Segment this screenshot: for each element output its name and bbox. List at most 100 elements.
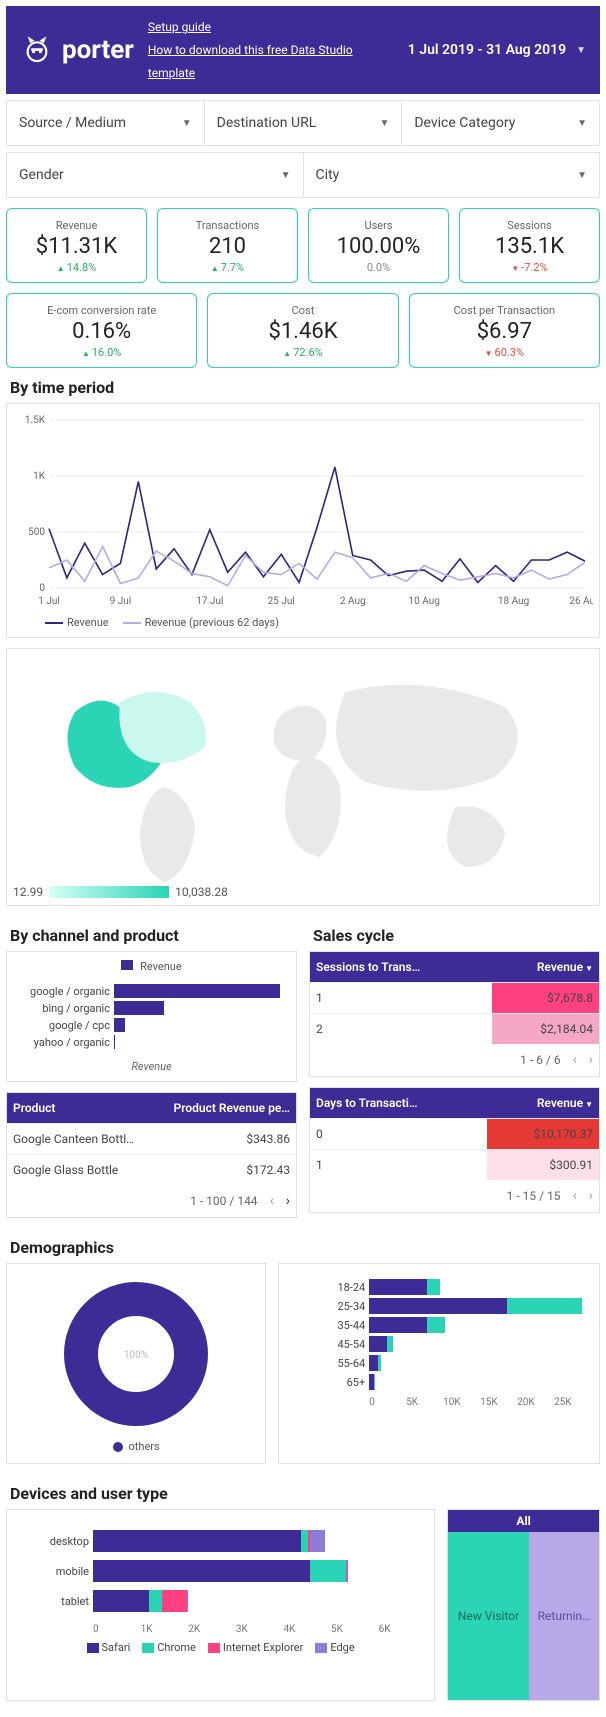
age-bar-row: 25-34 — [287, 1298, 591, 1314]
kpi-label: Cost per Transaction — [418, 304, 591, 317]
filter-label: Destination URL — [217, 115, 317, 131]
device-chart-card: desktop mobile tablet 01K2K3K4K5K6K Safa… — [6, 1509, 435, 1701]
map-legend-max: 10,038.28 — [175, 885, 228, 899]
channel-xlabel: Revenue — [15, 1060, 288, 1073]
revenue-col-header[interactable]: Product Revenue pe… — [154, 1093, 296, 1124]
svg-text:9 Jul: 9 Jul — [110, 596, 132, 607]
sort-desc-icon: ▼ — [585, 964, 593, 973]
kpi-value: $1.46K — [216, 319, 389, 344]
age-axis: 05K10K15K20K25K — [287, 1397, 591, 1408]
bar-segment — [374, 1374, 376, 1390]
bar-track — [369, 1374, 591, 1390]
age-bars[interactable]: 18-24 25-34 35-44 45-54 55-64 65+ — [287, 1272, 591, 1397]
filter-destination-url[interactable]: Destination URL▼ — [205, 101, 403, 145]
bar-segment — [369, 1298, 507, 1314]
setup-guide-link[interactable]: Setup guide — [148, 16, 394, 39]
bar-label: 35-44 — [287, 1319, 365, 1332]
table-row[interactable]: 2$2,184.04 — [310, 1014, 599, 1045]
pager-range: 1 - 6 / 6 — [520, 1053, 560, 1067]
pager-prev-icon[interactable]: ‹ — [270, 1193, 274, 1209]
product-col-header[interactable]: Product — [7, 1093, 154, 1124]
table-row[interactable]: 1$7,678.8 — [310, 983, 599, 1014]
kpi-card: Cost $1.46K 72.6% — [207, 293, 398, 368]
sessions-col-header[interactable]: Sessions to Trans… — [310, 952, 492, 983]
table-row[interactable]: Google Glass Bottle$172.43 — [7, 1155, 296, 1186]
legend-item: Internet Explorer — [208, 1641, 303, 1654]
bar-segment — [347, 1560, 348, 1582]
map-legend-min: 12.99 — [13, 885, 43, 899]
device-axis: 01K2K3K4K5K6K — [15, 1624, 426, 1635]
kpi-delta: 60.3% — [418, 346, 591, 359]
bar-track — [93, 1530, 426, 1552]
bar-label: mobile — [15, 1565, 89, 1578]
time-series-chart[interactable]: 05001K1.5K1 Jul9 Jul17 Jul25 Jul2 Aug10 … — [15, 412, 593, 612]
app-header: porter Setup guide How to download this … — [6, 6, 600, 94]
bar-label: tablet — [15, 1595, 89, 1608]
bar-segment — [310, 1530, 325, 1552]
donut-legend: others — [113, 1440, 160, 1453]
pager-range: 1 - 15 / 15 — [507, 1189, 561, 1203]
channel-chart-legend: Revenue — [140, 960, 182, 973]
filter-source-medium[interactable]: Source / Medium▼ — [7, 101, 205, 145]
chevron-down-icon: ▼ — [577, 118, 587, 129]
date-range-picker[interactable]: 1 Jul 2019 - 31 Aug 2019 ▼ — [408, 42, 586, 58]
revenue-col-header[interactable]: Revenue▼ — [492, 952, 599, 983]
bar-segment — [387, 1336, 393, 1352]
chevron-down-icon: ▼ — [281, 170, 291, 181]
kpi-label: Transactions — [166, 219, 289, 232]
table-row[interactable]: Google Canteen Bottl…$343.86 — [7, 1124, 296, 1155]
sessions-table-card: Sessions to Trans… Revenue▼ 1$7,678.8 2$… — [309, 951, 600, 1077]
world-map-card: 12.99 10,038.28 — [6, 648, 600, 906]
bar-segment — [369, 1336, 387, 1352]
time-chart-legend: Revenue Revenue (previous 62 days) — [15, 612, 591, 629]
filter-gender[interactable]: Gender▼ — [7, 153, 304, 197]
bar-track — [369, 1317, 591, 1333]
bar-track — [369, 1279, 591, 1295]
treemap-returning[interactable]: Returnin… — [529, 1532, 599, 1700]
download-template-link[interactable]: How to download this free Data Studio te… — [148, 39, 394, 85]
svg-text:17 Jul: 17 Jul — [196, 596, 223, 607]
treemap-root[interactable]: All — [448, 1510, 599, 1532]
section-title-devices: Devices and user type — [10, 1484, 596, 1503]
kpi-delta: 7.7% — [166, 261, 289, 274]
pager-next-icon[interactable]: › — [589, 1052, 593, 1068]
pager-prev-icon[interactable]: ‹ — [573, 1052, 577, 1068]
kpi-value: $6.97 — [418, 319, 591, 344]
pager-next-icon[interactable]: › — [589, 1188, 593, 1204]
svg-text:10 Aug: 10 Aug — [409, 596, 440, 607]
svg-text:2 Aug: 2 Aug — [340, 596, 366, 607]
sort-desc-icon: ▼ — [585, 1100, 593, 1109]
kpi-label: Sessions — [468, 219, 591, 232]
kpi-label: Users — [317, 219, 440, 232]
brand-logo: porter — [20, 33, 134, 67]
treemap-new-visitor[interactable]: New Visitor — [448, 1532, 529, 1700]
table-row[interactable]: 0$10,170.37 — [310, 1119, 599, 1150]
filter-city[interactable]: City▼ — [304, 153, 600, 197]
svg-text:1 Jul: 1 Jul — [38, 596, 60, 607]
legend-item: Safari — [87, 1641, 131, 1654]
kpi-value: 210 — [166, 234, 289, 259]
device-bar-row: desktop — [15, 1530, 426, 1552]
bar-label: google / cpc — [15, 1019, 110, 1032]
revenue-col-header[interactable]: Revenue▼ — [487, 1088, 599, 1119]
channel-bars[interactable]: google / organic bing / organic google /… — [15, 977, 288, 1056]
bar-segment — [162, 1590, 187, 1612]
filters-row-2: Gender▼ City▼ — [6, 152, 600, 198]
pager-next-icon[interactable]: › — [286, 1193, 290, 1209]
date-range-label: 1 Jul 2019 - 31 Aug 2019 — [408, 42, 566, 58]
bar-track — [114, 984, 288, 998]
legend-item: Chrome — [142, 1641, 196, 1654]
header-links: Setup guide How to download this free Da… — [148, 16, 394, 84]
filter-device-category[interactable]: Device Category▼ — [402, 101, 599, 145]
world-map-chart[interactable] — [15, 657, 593, 897]
donut-chart[interactable]: 100% — [56, 1274, 216, 1434]
kpi-delta: 72.6% — [216, 346, 389, 359]
pager-prev-icon[interactable]: ‹ — [573, 1188, 577, 1204]
age-bar-row: 35-44 — [287, 1317, 591, 1333]
days-col-header[interactable]: Days to Transacti… — [310, 1088, 487, 1119]
bar-label: yahoo / organic — [15, 1036, 110, 1049]
table-row[interactable]: 1$300.91 — [310, 1150, 599, 1181]
treemap-chart[interactable]: All New Visitor Returnin… — [448, 1510, 599, 1700]
age-bar-row: 65+ — [287, 1374, 591, 1390]
device-bars[interactable]: desktop mobile tablet — [15, 1518, 426, 1624]
